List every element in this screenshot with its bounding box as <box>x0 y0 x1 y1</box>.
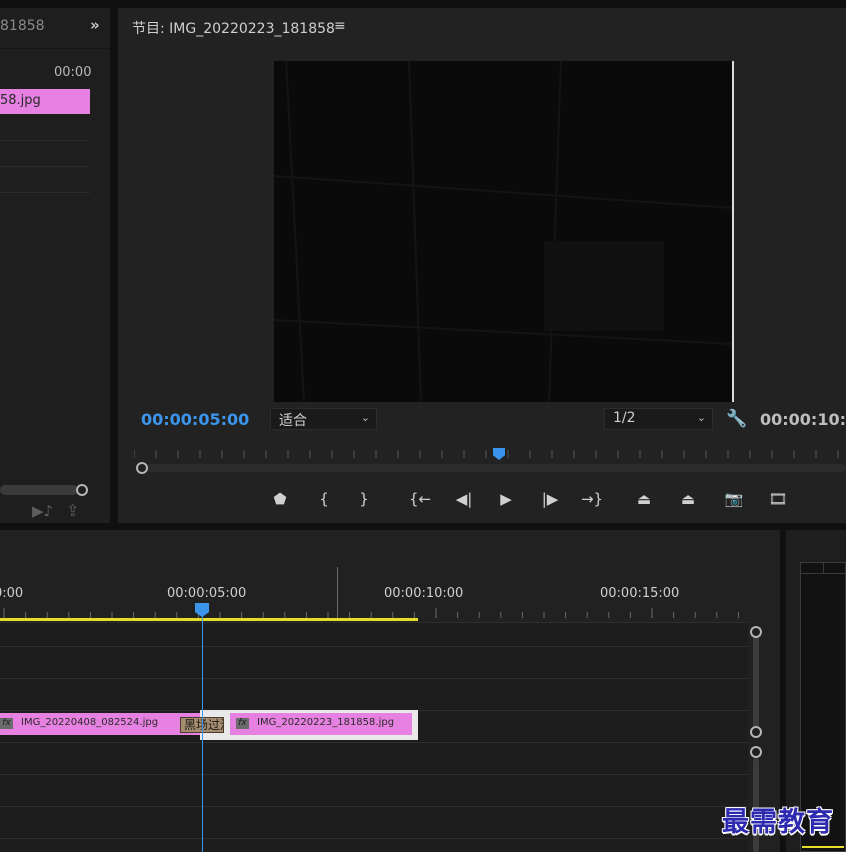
work-area-bar[interactable] <box>0 618 418 621</box>
export-frame-icon[interactable]: 📷 <box>722 488 746 510</box>
ruler-marker <box>337 567 338 618</box>
ruler-label: 00:00:10:00 <box>384 586 464 601</box>
source-clip[interactable]: 58.jpg <box>0 89 90 114</box>
source-time: 00:00 <box>54 65 92 80</box>
ruler-label: 00:00:05:00 <box>167 586 247 601</box>
scroll-track[interactable] <box>753 636 759 736</box>
scroll-handle[interactable] <box>750 726 762 738</box>
frame-shadow <box>285 61 305 402</box>
zoom-select-value: 适合 <box>279 413 307 429</box>
frame-shadow <box>274 174 732 210</box>
mark-in-icon[interactable]: { <box>312 488 336 510</box>
source-scroll-handle[interactable] <box>76 484 88 496</box>
track-a5[interactable] <box>0 838 748 852</box>
zoom-scrollbar[interactable] <box>144 464 846 472</box>
source-monitor-panel: 81858 » 00:00 58.jpg ▶♪ ⇪ <box>0 8 110 523</box>
wrench-icon[interactable]: 🔧 <box>726 409 747 429</box>
audio-icon[interactable]: ▶♪ <box>32 502 53 520</box>
track-v1[interactable] <box>0 678 748 710</box>
track-divider <box>0 140 90 141</box>
header-divider <box>0 48 110 49</box>
mark-out-icon[interactable]: } <box>352 488 376 510</box>
fx-badge: fx <box>0 718 13 729</box>
program-title[interactable]: 节目: IMG_20220223_181858 <box>132 18 335 38</box>
resolution-select[interactable]: 1/2 ⌄ <box>604 408 713 430</box>
extract-icon[interactable]: ⏏ <box>676 488 700 510</box>
source-tab-label[interactable]: 81858 <box>0 18 45 34</box>
current-timecode[interactable]: 00:00:05:00 <box>141 410 249 429</box>
resolution-select-value: 1/2 <box>613 410 636 426</box>
top-divider <box>0 0 846 6</box>
go-to-out-icon[interactable]: →} <box>580 488 604 510</box>
step-forward-icon[interactable]: |▶ <box>538 488 562 510</box>
frame-shadow <box>408 61 422 402</box>
timeline-panel: 0:00 00:00:05:00 00:00:10:00 00:00:15:00… <box>0 530 780 852</box>
export-icon[interactable]: ⇪ <box>66 501 79 520</box>
zoom-scroll-handle[interactable] <box>136 462 148 474</box>
timeline-clip[interactable]: fx IMG_20220408_082524.jpg <box>0 713 200 735</box>
meter-divider <box>823 562 824 574</box>
clip-name: IMG_20220223_181858.jpg <box>257 717 395 728</box>
step-back-icon[interactable]: ◀| <box>452 488 476 510</box>
frame-shadow <box>548 61 562 402</box>
program-monitor-panel: 节目: IMG_20220223_181858 ≡ 00:00:05:00 适合… <box>118 8 846 523</box>
track-a4[interactable] <box>0 806 748 838</box>
source-scrollbar[interactable] <box>0 485 78 495</box>
track-divider <box>0 166 90 167</box>
chevrons-right-icon[interactable]: » <box>90 16 100 34</box>
panel-menu-icon[interactable]: ≡ <box>334 18 346 34</box>
meter-level <box>802 846 844 848</box>
chevron-down-icon: ⌄ <box>696 411 706 424</box>
scroll-handle[interactable] <box>750 746 762 758</box>
scroll-handle[interactable] <box>750 626 762 638</box>
program-playhead[interactable] <box>493 448 505 460</box>
go-to-in-icon[interactable]: {← <box>408 488 432 510</box>
frame-shadow <box>274 318 732 346</box>
playhead-line <box>202 616 203 852</box>
track-a3[interactable] <box>0 774 748 806</box>
duration-timecode: 00:00:10:0 <box>760 410 846 429</box>
fx-badge: fx <box>236 718 249 729</box>
watermark: 最需教育 <box>722 807 834 838</box>
timeline-ticks <box>3 608 739 618</box>
ruler-label: 0:00 <box>0 586 24 601</box>
play-icon[interactable]: ▶ <box>494 488 518 510</box>
ruler-label: 00:00:15:00 <box>600 586 680 601</box>
track-v2[interactable] <box>0 646 748 678</box>
timeline-clip[interactable]: fx IMG_20220223_181858.jpg <box>230 713 412 735</box>
video-preview[interactable] <box>274 61 734 402</box>
lift-icon[interactable]: ⏏ <box>632 488 656 510</box>
track-divider <box>0 192 90 193</box>
comparison-view-icon[interactable]: 🎞 <box>766 488 790 510</box>
program-time-ruler[interactable] <box>134 448 846 478</box>
clip-name: IMG_20220408_082524.jpg <box>21 717 159 728</box>
ruler-ticks <box>134 450 839 458</box>
frame-shadow <box>544 241 664 331</box>
zoom-select[interactable]: 适合 ⌄ <box>270 408 377 430</box>
chevron-down-icon: ⌄ <box>360 411 370 424</box>
add-marker-icon[interactable]: ⬟ <box>268 488 292 510</box>
track-a2[interactable] <box>0 742 748 774</box>
